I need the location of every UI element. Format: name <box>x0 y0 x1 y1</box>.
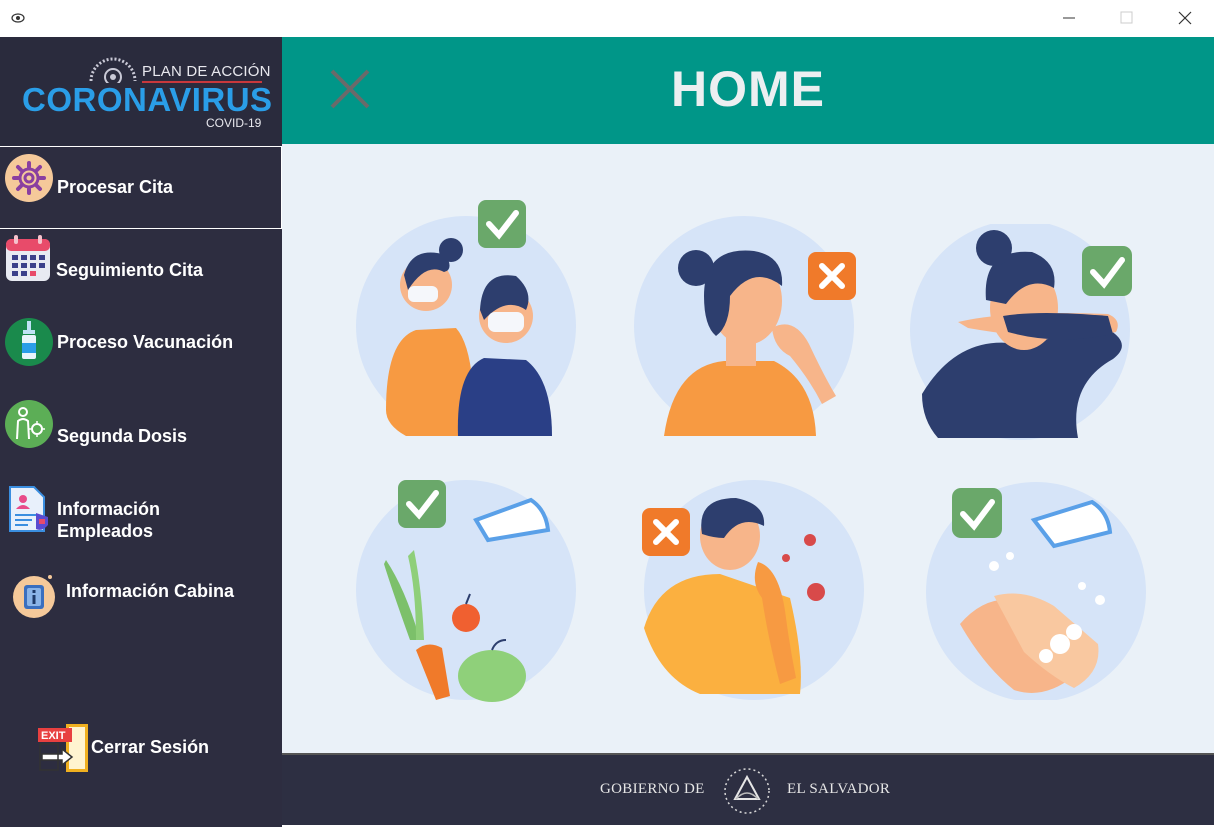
logo-plan-text: PLAN DE ACCIÓN <box>142 63 271 80</box>
maximize-icon[interactable] <box>1111 4 1141 32</box>
healthy-food-illustration <box>356 480 576 702</box>
sidebar-item-informacion-empleados[interactable]: Información Empleados <box>0 481 282 553</box>
sidebar-item-seguimiento-cita[interactable]: Seguimiento Cita <box>0 231 282 303</box>
sidebar-item-label: Seguimiento Cita <box>56 260 204 280</box>
gear-icon <box>5 154 53 202</box>
footer-right-text: EL SALVADOR <box>787 781 891 797</box>
info-icon <box>13 575 55 618</box>
sidebar-item-label: Procesar Cita <box>57 177 174 197</box>
footer-left-text: GOBIERNO DE <box>600 781 705 797</box>
sidebar-item-informacion-cabina[interactable]: Información Cabina <box>0 567 282 627</box>
page-header: HOME <box>282 37 1214 144</box>
virus-icon <box>89 57 137 83</box>
employee-document-icon <box>9 486 48 532</box>
coronavirus-logo: PLAN DE ACCIÓN CORONAVIRUS COVID-19 <box>0 37 282 146</box>
sidebar-item-label: Información Empleados <box>57 499 161 541</box>
sidebar-item-label: Proceso Vacunación <box>57 332 234 352</box>
sidebar-item-proceso-vacunacion[interactable]: Proceso Vacunación <box>0 311 282 377</box>
calendar-icon <box>6 235 50 281</box>
wear-mask-illustration <box>356 200 576 436</box>
wash-hands-illustration <box>926 482 1146 700</box>
exit-door-icon: EXIT <box>38 724 88 772</box>
svg-text:EXIT: EXIT <box>41 730 66 742</box>
government-footer: GOBIERNO DE EL SALVADOR <box>282 753 1214 825</box>
window-titlebar <box>0 0 1216 37</box>
sidebar-item-label: Información Cabina <box>66 581 235 601</box>
sidebar: PLAN DE ACCIÓN CORONAVIRUS COVID-19 Proc… <box>0 37 282 827</box>
logout-label: Cerrar Sesión <box>91 737 210 757</box>
sidebar-item-segunda-dosis[interactable]: Segunda Dosis <box>0 393 282 463</box>
close-icon[interactable] <box>1170 4 1200 32</box>
sneeze-illustration <box>642 480 864 700</box>
app-icon <box>11 13 25 23</box>
home-content <box>282 144 1214 753</box>
logo-sub-text: COVID-19 <box>206 116 262 130</box>
sidebar-item-procesar-cita[interactable]: Procesar Cita <box>0 146 282 229</box>
sidebar-item-label: Segunda Dosis <box>57 426 188 446</box>
dont-touch-face-illustration <box>634 216 856 436</box>
coat-of-arms-icon <box>724 768 770 814</box>
minimize-icon[interactable] <box>1054 4 1084 32</box>
logo-brand-text: CORONAVIRUS <box>22 81 273 118</box>
vaccine-icon <box>5 318 53 366</box>
person-virus-icon <box>5 400 53 448</box>
page-title: HOME <box>671 61 825 117</box>
cough-elbow-illustration <box>910 224 1132 440</box>
logout-button[interactable]: EXIT Cerrar Sesión <box>36 720 236 776</box>
